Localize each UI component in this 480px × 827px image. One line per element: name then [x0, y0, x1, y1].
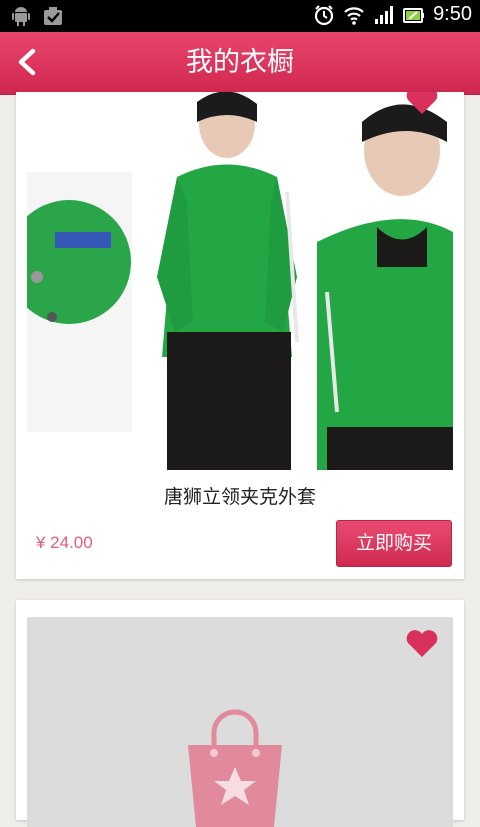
- jacket-photo: [27, 92, 453, 470]
- product-image-placeholder[interactable]: [27, 617, 453, 827]
- shopping-bag-icon: [188, 709, 282, 827]
- product-name[interactable]: 唐狮立领夹克外套: [16, 482, 464, 509]
- status-time: 9:50: [433, 3, 472, 25]
- battery-icon: [403, 7, 425, 23]
- alarm-icon: [314, 4, 334, 25]
- android-icon: [12, 7, 30, 26]
- product-card[interactable]: 唐狮立领夹克外套 ¥ 24.00 立即购买: [16, 92, 464, 579]
- page-title: 我的衣橱: [186, 47, 294, 78]
- app-header: 我的衣橱: [0, 32, 480, 95]
- status-bar: 9:50: [0, 0, 480, 32]
- wifi-icon: [344, 6, 364, 25]
- task-check-icon: [44, 7, 62, 25]
- buy-now-button[interactable]: 立即购买: [336, 520, 452, 567]
- product-image[interactable]: [27, 92, 453, 470]
- heart-icon[interactable]: [405, 92, 439, 116]
- product-card[interactable]: [16, 600, 464, 827]
- signal-icon: [375, 5, 394, 24]
- heart-icon[interactable]: [405, 629, 439, 659]
- product-price: ¥ 24.00: [36, 533, 93, 552]
